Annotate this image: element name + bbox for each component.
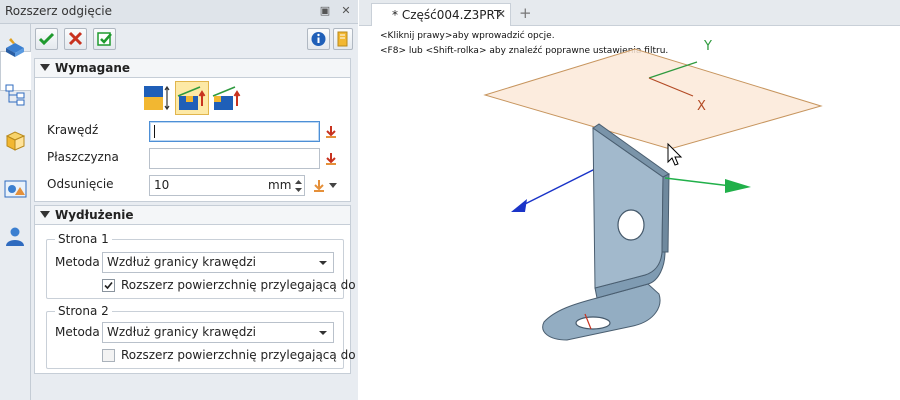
apply-button[interactable] [93, 28, 116, 50]
spinner-icon[interactable] [294, 178, 303, 194]
info-button[interactable] [307, 28, 330, 50]
side2-method-value: Wzdłuż granicy krawędzi [107, 325, 256, 339]
help-button[interactable] [333, 28, 353, 50]
plane-label: Płaszczyzna [47, 150, 119, 164]
pick-arrow-icon[interactable] [311, 178, 327, 194]
apply-check-icon [97, 32, 112, 46]
chevron-down-icon[interactable] [329, 183, 337, 189]
chevron-down-icon [319, 261, 327, 265]
feature-tab-icon[interactable] [3, 34, 28, 59]
panel-titlebar: Rozszerz odgięcie ▣ ✕ [0, 0, 358, 24]
close-panel-icon[interactable]: ✕ [339, 4, 353, 18]
axis-y-label: Y [703, 39, 712, 54]
side1-method-label: Metoda [55, 255, 100, 269]
chevron-down-icon [40, 64, 50, 71]
panel-title: Rozszerz odgięcie [5, 4, 113, 18]
edge-field[interactable] [149, 121, 320, 142]
section-extension-title: Wydłużenie [55, 208, 134, 222]
action-bar [31, 24, 358, 54]
part-box-icon[interactable] [3, 128, 28, 153]
sheet-metal-part[interactable] [542, 123, 670, 341]
help-book-icon [337, 31, 348, 47]
side2-group: Strona 2 Metoda Wzdłuż granicy krawędzi … [46, 304, 371, 369]
chevron-down-icon [319, 331, 327, 335]
wall-hole [617, 209, 645, 241]
offset-field[interactable]: 10 mm [149, 175, 305, 196]
side1-method-value: Wzdłuż granicy krawędzi [107, 255, 256, 269]
section-required-body: Krawędź Płaszczyzna Odsunięcie 10 mm [34, 78, 351, 202]
close-tab-icon[interactable]: ✕ [496, 7, 506, 21]
panel-content: Wymagane Krawędź Płaszczyzna Odsunięcie … [31, 24, 371, 400]
extend-type-3-icon [212, 86, 241, 110]
side1-method-select[interactable]: Wzdłuż granicy krawędzi [102, 252, 334, 273]
section-extension-header[interactable]: Wydłużenie [34, 205, 351, 225]
side2-title: Strona 2 [55, 304, 112, 318]
offset-label: Odsunięcie [47, 177, 114, 191]
add-tab-icon[interactable]: + [519, 4, 532, 22]
side2-checkbox-label: Rozszerz powierzchnię przylegającą do kr [121, 348, 372, 362]
checkmark-icon [38, 32, 55, 46]
axis-arrow-right-head [725, 179, 751, 193]
base-hole [575, 316, 611, 330]
chevron-down-icon [40, 211, 50, 218]
side2-checkbox[interactable] [102, 349, 115, 362]
extend-type-2-icon [177, 86, 206, 110]
text-caret [154, 125, 155, 138]
user-icon[interactable] [3, 224, 28, 249]
side2-method-select[interactable]: Wzdłuż granicy krawędzi [102, 322, 334, 343]
axis-arrow-right [664, 177, 732, 187]
edge-label: Krawędź [47, 123, 99, 137]
axis-x-label: X [697, 99, 706, 114]
axis-arrow-left-head [511, 199, 527, 212]
info-icon [311, 32, 326, 46]
model-scene[interactable]: Y X [359, 26, 900, 400]
graphics-viewport[interactable]: * Część004.Z3PRT ✕ + <Kliknij prawy>aby … [359, 0, 900, 400]
datum-plane[interactable] [483, 48, 823, 150]
panel-sidebar [0, 24, 31, 400]
cancel-button[interactable] [64, 28, 87, 50]
pin-icon[interactable]: ▣ [318, 4, 332, 18]
axis-arrow-left [518, 168, 596, 208]
offset-value: 10 [154, 178, 170, 192]
side1-checkbox-label: Rozszerz powierzchnię przylegającą do kr [121, 278, 372, 292]
feature-panel: Rozszerz odgięcie ▣ ✕ Wymagane Krawędź P… [0, 0, 371, 400]
extend-to-plane-option[interactable] [140, 81, 174, 115]
pick-arrow-icon[interactable] [323, 151, 339, 167]
side1-group: Strona 1 Metoda Wzdłuż granicy krawędzi … [46, 232, 371, 299]
extend-by-offset-option[interactable] [175, 81, 209, 115]
offset-unit: mm [268, 178, 292, 192]
view-render-icon[interactable] [3, 176, 28, 201]
pick-arrow-icon[interactable] [323, 124, 339, 140]
document-tab-label: * Część004.Z3PRT [392, 8, 502, 22]
extend-type-1-icon [144, 85, 170, 111]
section-required-header[interactable]: Wymagane [34, 58, 351, 78]
history-tree-icon[interactable] [3, 82, 28, 107]
section-required-title: Wymagane [55, 61, 131, 75]
section-extension-body: Strona 1 Metoda Wzdłuż granicy krawędzi … [34, 225, 371, 374]
checkmark-icon [104, 281, 113, 290]
side2-method-label: Metoda [55, 325, 100, 339]
document-tabbar: * Część004.Z3PRT ✕ + [359, 0, 900, 26]
side1-checkbox[interactable] [102, 279, 115, 292]
document-tab[interactable]: * Część004.Z3PRT ✕ [371, 3, 511, 26]
x-cancel-icon [68, 31, 83, 46]
extend-to-edge-option[interactable] [210, 81, 244, 115]
side1-title: Strona 1 [55, 232, 112, 246]
plane-field[interactable] [149, 148, 320, 169]
ok-button[interactable] [35, 28, 58, 50]
